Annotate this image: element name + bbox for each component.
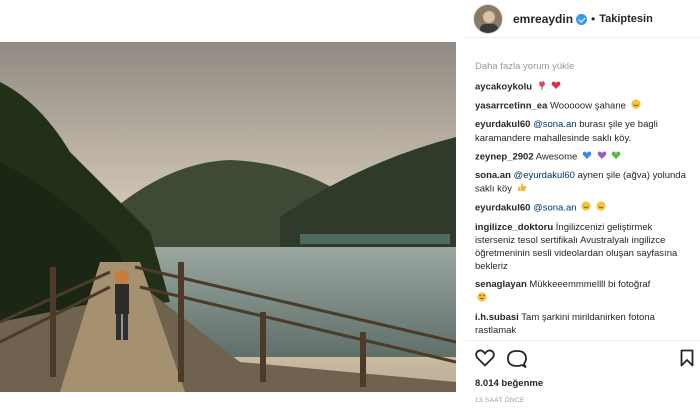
comment-list: aycakoykolu yasarrcetinn_ea Wooooow şaha… — [475, 80, 695, 342]
grin-emoji-icon — [596, 201, 606, 215]
comment-username[interactable]: eyurdakul60 — [475, 119, 530, 130]
green-heart-emoji-icon — [611, 150, 621, 164]
comment-mention[interactable]: @sona.an — [533, 203, 576, 214]
comment-text: Mükkeeemmmellll bi fotoğraf — [529, 279, 651, 291]
heart-eyes-emoji-icon — [477, 292, 487, 306]
comment: i.h.subasi Tam şarkini mirildanirken fot… — [475, 311, 695, 337]
comment-username[interactable]: zeynep_2902 — [475, 151, 534, 162]
thumbs-up-emoji-icon — [517, 182, 527, 196]
comment: zeynep_2902 Awesome — [475, 150, 695, 164]
comment-mention[interactable]: @eyurdakul60 — [514, 170, 575, 181]
username[interactable]: emreaydin — [513, 12, 573, 26]
comment-username[interactable]: eyurdakul60 — [475, 203, 530, 214]
like-count-number: 8.014 — [475, 378, 499, 389]
tulip-emoji-icon — [537, 80, 547, 94]
grin-emoji-icon — [581, 201, 591, 215]
follow-button[interactable]: Takiptesin — [599, 13, 653, 25]
blue-heart-emoji-icon — [582, 150, 592, 164]
comment: yasarrcetinn_ea Wooooow şahane — [475, 99, 695, 113]
comment-text: Wooooow şahane — [550, 100, 626, 112]
instagram-post: emreaydin • Takiptesin Daha fazla yorum … — [0, 0, 700, 411]
comment: eyurdakul60 @sona.an — [475, 201, 695, 215]
comment: eyurdakul60 @sona.an burası şile ye bagl… — [475, 118, 695, 144]
comment-username[interactable]: ingilizce_doktoru — [475, 222, 553, 233]
post-timestamp: 13 SAAT ÖNCE — [475, 397, 525, 404]
post-actions — [465, 340, 700, 370]
comment: ingilizce_doktoru İngilizcenizi geliştir… — [475, 221, 695, 274]
comment-text: Awesome — [535, 151, 578, 163]
avatar[interactable] — [473, 3, 503, 34]
comment-username[interactable]: senaglayan — [475, 279, 527, 290]
post-photo[interactable] — [0, 42, 456, 392]
comment-icon[interactable] — [507, 349, 527, 374]
comment: senaglayan Mükkeeemmmellll bi fotoğraf — [475, 278, 695, 305]
separator-dot: • — [591, 11, 596, 26]
post-header: emreaydin • Takiptesin — [465, 0, 700, 38]
verified-badge-icon — [576, 14, 588, 25]
heart-icon[interactable] — [475, 349, 495, 372]
like-count-label: beğenme — [501, 378, 544, 389]
comment: sona.an @eyurdakul60 aynen şile (ağva) y… — [475, 169, 695, 196]
comment-username[interactable]: aycakoykolu — [475, 82, 532, 93]
bookmark-icon[interactable] — [680, 349, 694, 372]
comment-username[interactable]: i.h.subasi — [475, 312, 519, 323]
comment-username[interactable]: yasarrcetinn_ea — [475, 101, 547, 112]
load-more-comments[interactable]: Daha fazla yorum yükle — [475, 61, 574, 72]
like-count[interactable]: 8.014 beğenme — [475, 378, 543, 389]
comment-mention[interactable]: @sona.an — [533, 119, 576, 130]
purple-heart-emoji-icon — [597, 150, 607, 164]
smile-emoji-icon — [630, 99, 641, 113]
comment: aycakoykolu — [475, 80, 695, 94]
heart-emoji-icon — [551, 80, 561, 94]
comment-username[interactable]: sona.an — [475, 170, 511, 181]
post-sidebar: emreaydin • Takiptesin Daha fazla yorum … — [465, 0, 700, 411]
